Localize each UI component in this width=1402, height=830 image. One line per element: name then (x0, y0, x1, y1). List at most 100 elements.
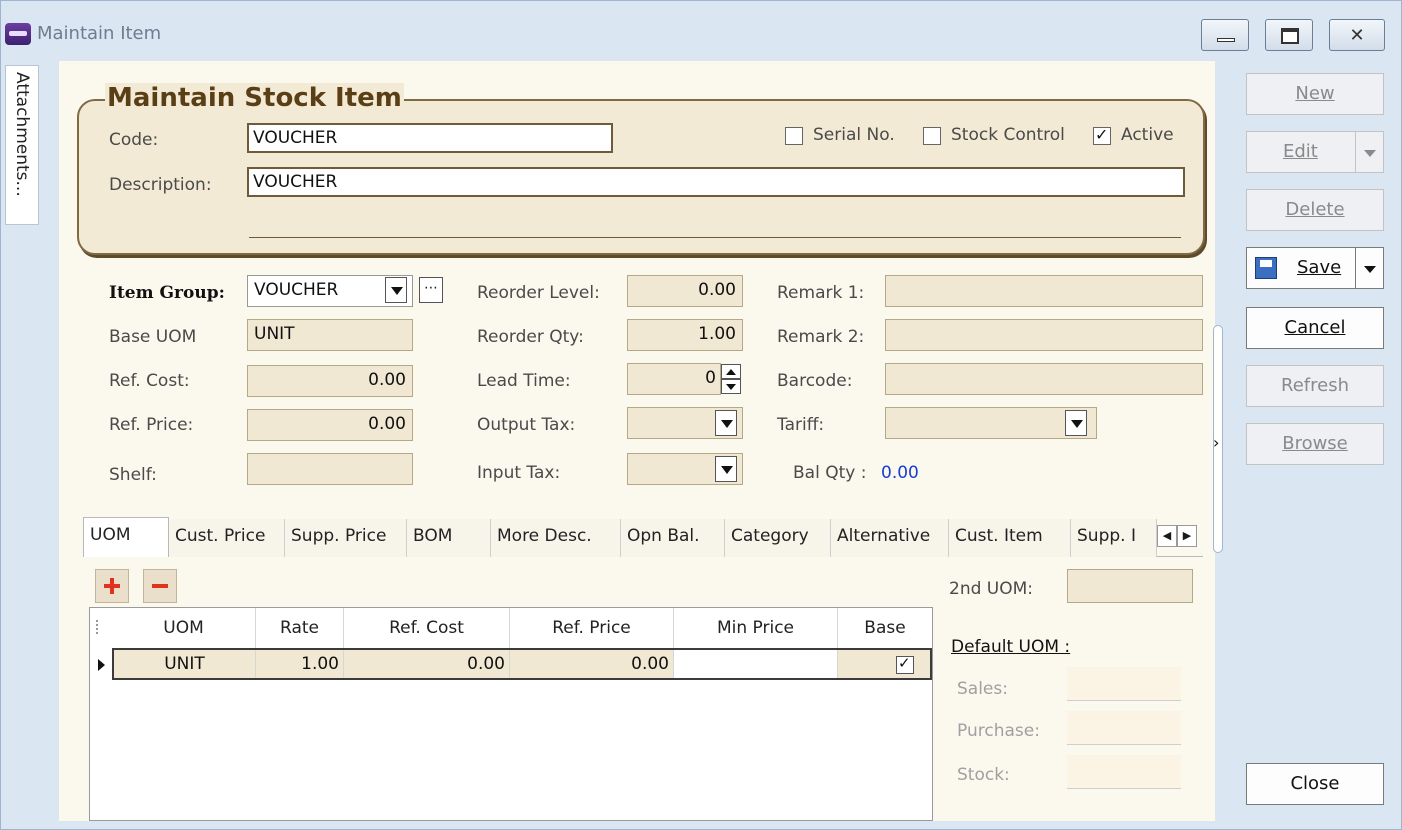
description-label: Description: (109, 175, 212, 195)
lead-time-label: Lead Time: (477, 371, 571, 391)
browse-button[interactable]: Browse (1246, 423, 1384, 465)
save-icon (1255, 257, 1277, 279)
cell-ref-cost[interactable]: 0.00 (344, 650, 510, 678)
barcode-field[interactable] (885, 363, 1203, 395)
expand-arrow-icon[interactable]: › (1213, 433, 1219, 452)
sales-uom-field (1067, 667, 1181, 701)
cell-min-price[interactable] (674, 650, 838, 678)
new-button-label: New (1295, 83, 1335, 104)
shelf-label: Shelf: (109, 465, 157, 485)
cell-uom[interactable]: UNIT (114, 650, 256, 678)
save-button-label: Save (1297, 257, 1342, 278)
second-uom-field[interactable] (1067, 569, 1193, 603)
tab-cust-item[interactable]: Cust. Item (949, 519, 1071, 557)
input-tax-dropdown-icon[interactable] (715, 456, 737, 482)
tab-bom[interactable]: BOM (407, 519, 491, 557)
bal-qty-value: 0.00 (881, 463, 919, 483)
close-window-button[interactable]: ✕ (1329, 19, 1385, 51)
save-button[interactable]: Save (1246, 247, 1384, 289)
lead-time-spinner[interactable] (721, 364, 741, 394)
description-input[interactable]: VOUCHER (247, 167, 1185, 197)
code-input[interactable]: VOUCHER (247, 123, 613, 153)
output-tax-dropdown-icon[interactable] (715, 410, 737, 436)
item-group-dropdown-icon[interactable] (385, 277, 407, 303)
title-bar: Maintain Item ✕ (1, 13, 1401, 55)
serial-no-label: Serial No. (813, 125, 895, 145)
stock-label: Stock: (957, 765, 1010, 785)
base-uom-field[interactable]: UNIT (247, 319, 413, 351)
maximize-icon (1281, 28, 1299, 44)
close-button[interactable]: Close (1246, 763, 1384, 805)
edit-dropdown-icon[interactable] (1355, 132, 1383, 172)
default-uom-label: Default UOM : (951, 637, 1071, 657)
add-row-button[interactable] (95, 569, 129, 603)
col-ref-price[interactable]: Ref. Price (510, 608, 674, 648)
stock-control-checkbox[interactable] (923, 127, 941, 145)
ref-price-label: Ref. Price: (109, 415, 194, 435)
item-group-label: Item Group: (109, 283, 225, 303)
minimize-button[interactable] (1201, 19, 1249, 51)
tab-scroll-right-icon[interactable]: ▶ (1177, 525, 1197, 547)
tab-supp-price[interactable]: Supp. Price (285, 519, 407, 557)
tab-cust-price[interactable]: Cust. Price (169, 519, 285, 557)
detail-tabs: UOM Cust. Price Supp. Price BOM More Des… (83, 517, 1203, 558)
ref-price-field[interactable]: 0.00 (247, 409, 413, 441)
cell-rate[interactable]: 1.00 (256, 650, 344, 678)
serial-no-checkbox[interactable] (785, 127, 803, 145)
window-title: Maintain Item (37, 23, 162, 44)
active-checkbox[interactable] (1093, 125, 1111, 145)
bal-qty-label: Bal Qty : (793, 463, 867, 483)
remark1-field[interactable] (885, 275, 1203, 307)
minimize-icon (1217, 38, 1235, 42)
refresh-button[interactable]: Refresh (1246, 365, 1384, 407)
col-base[interactable]: Base (838, 608, 932, 648)
grid-menu-icon[interactable] (96, 620, 104, 634)
tab-uom[interactable]: UOM (83, 517, 169, 558)
tab-alternative[interactable]: Alternative (831, 519, 949, 557)
table-row[interactable]: UNIT 1.00 0.00 0.00 (112, 648, 932, 680)
sales-label: Sales: (957, 679, 1008, 699)
edit-button[interactable]: Edit (1246, 131, 1384, 173)
tab-category[interactable]: Category (725, 519, 831, 557)
item-group-lookup-button[interactable]: ⋯ (419, 277, 443, 303)
delete-button[interactable]: Delete (1246, 189, 1384, 231)
edit-button-label: Edit (1283, 141, 1318, 162)
col-uom[interactable]: UOM (112, 608, 256, 648)
cancel-button[interactable]: Cancel (1246, 307, 1384, 349)
tab-supp-item[interactable]: Supp. I (1071, 519, 1157, 557)
barcode-label: Barcode: (777, 371, 853, 391)
col-rate[interactable]: Rate (256, 608, 344, 648)
base-checkbox[interactable] (896, 654, 914, 674)
spin-down-icon[interactable] (721, 379, 741, 394)
stock-uom-field (1067, 755, 1181, 789)
col-ref-cost[interactable]: Ref. Cost (344, 608, 510, 648)
attachments-tab-label: Attachments... (12, 72, 32, 197)
reorder-level-field[interactable]: 0.00 (627, 275, 743, 307)
spin-up-icon[interactable] (721, 364, 741, 379)
tariff-dropdown-icon[interactable] (1065, 410, 1087, 436)
uom-grid: UOM Rate Ref. Cost Ref. Price Min Price … (89, 607, 933, 821)
remove-row-button[interactable] (143, 569, 177, 603)
remark2-field[interactable] (885, 319, 1203, 351)
ref-cost-label: Ref. Cost: (109, 371, 190, 391)
reorder-qty-field[interactable]: 1.00 (627, 319, 743, 351)
group-title: Maintain Stock Item (105, 83, 404, 113)
tab-opn-bal[interactable]: Opn Bal. (621, 519, 725, 557)
shelf-field[interactable] (247, 453, 413, 485)
minus-icon (152, 584, 168, 588)
col-min-price[interactable]: Min Price (674, 608, 838, 648)
maximize-button[interactable] (1265, 19, 1313, 51)
browse-button-label: Browse (1282, 433, 1348, 454)
cell-ref-price[interactable]: 0.00 (510, 650, 674, 678)
tab-scroll-left-icon[interactable]: ◀ (1157, 525, 1177, 547)
app-icon (5, 23, 31, 45)
save-dropdown-icon[interactable] (1355, 248, 1383, 288)
attachments-tab[interactable]: Attachments... (5, 65, 39, 225)
tab-more-desc[interactable]: More Desc. (491, 519, 621, 557)
purchase-uom-field (1067, 711, 1181, 745)
remark1-label: Remark 1: (777, 283, 865, 303)
new-button[interactable]: New (1246, 73, 1384, 115)
active-label: Active (1121, 125, 1174, 145)
lead-time-field[interactable]: 0 (627, 363, 721, 395)
ref-cost-field[interactable]: 0.00 (247, 365, 413, 397)
